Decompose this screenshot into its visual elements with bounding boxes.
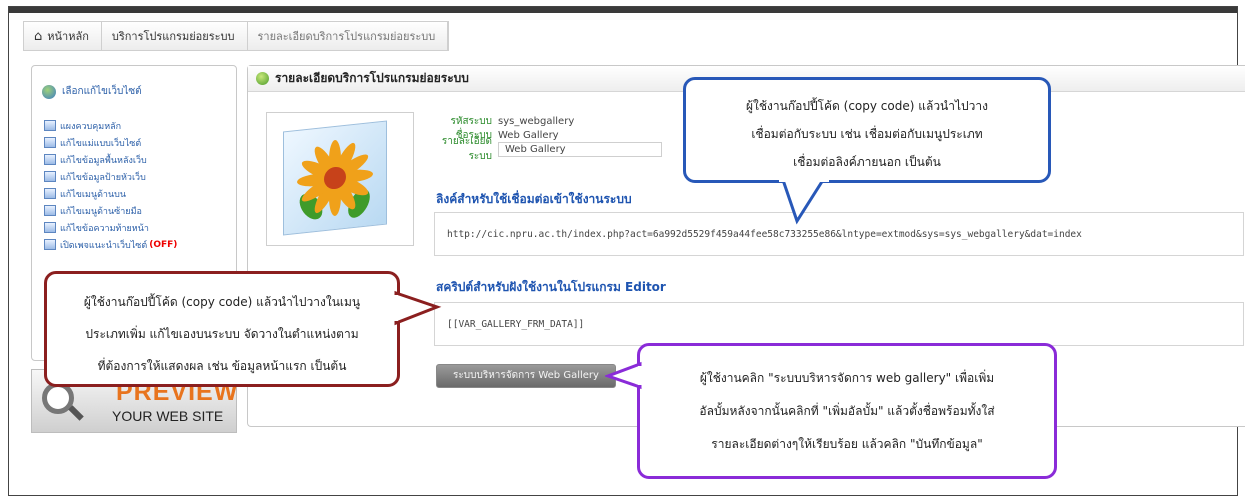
- sidebar-item-label: แผงควบคุมหลัก: [60, 121, 122, 132]
- sidebar-item-label: แก้ไขเมนูด้านซ้ายมือ: [60, 206, 142, 217]
- system-detail-field[interactable]: Web Gallery: [498, 141, 662, 157]
- preview-subtitle: YOUR WEB SITE: [112, 408, 224, 424]
- callout-text-line: เชื่อมต่อลิงค์ภายนอก เป็นต้น: [793, 155, 941, 169]
- system-info: รหัสระบบ sys_webgallery ชื่อระบบ Web Gal…: [428, 114, 662, 162]
- sidebar-item-background[interactable]: แก้ไขข้อมูลพื้นหลังเว็บ: [44, 151, 236, 168]
- sidebar-item-top-menu[interactable]: แก้ไขเมนูด้านบน: [44, 185, 236, 202]
- page-title: รายละเอียดบริการโปรแกรมย่อยระบบ: [275, 71, 469, 85]
- callout-text-line: ผู้ใช้งานก๊อปปี้โค้ด (copy code) แล้วนำไ…: [746, 99, 988, 113]
- breadcrumb: ⌂ หน้าหลัก บริการโปรแกรมย่อยระบบ รายละเอ…: [23, 21, 450, 51]
- system-detail-label: รายละเอียดระบบ: [441, 136, 492, 162]
- footer-icon: [44, 222, 56, 233]
- flower-photo-icon: [283, 120, 387, 236]
- callout-link-instructions: ผู้ใช้งานก๊อปปี้โค้ด (copy code) แล้วนำไ…: [683, 77, 1051, 183]
- script-section-title: สคริปต์สำหรับฝังใช้งานในโปรแกรม Editor: [436, 280, 666, 294]
- system-name-value: Web Gallery: [498, 129, 559, 141]
- breadcrumb-section-label: บริการโปรแกรมย่อยระบบ: [111, 30, 235, 43]
- system-detail-row: รายละเอียดระบบ Web Gallery: [428, 136, 662, 162]
- sidebar-item-template[interactable]: แก้ไขแม่แบบเว็บไซต์: [44, 134, 236, 151]
- callout-text-line: อัลบั้มหลังจากนั้นคลิกที่ "เพิ่มอัลบั้ม"…: [699, 404, 995, 418]
- system-code-label: รหัสระบบ: [450, 115, 492, 127]
- breadcrumb-section[interactable]: บริการโปรแกรมย่อยระบบ: [102, 22, 248, 50]
- sidebar-item-banner[interactable]: แก้ไขข้อมูลป้ายหัวเว็บ: [44, 168, 236, 185]
- callout-text-line: ผู้ใช้งานก๊อปปี้โค้ด (copy code) แล้วนำไ…: [83, 295, 361, 309]
- callout-gallery-instructions: ผู้ใช้งานคลิก "ระบบบริหารจัดการ web gall…: [637, 343, 1057, 479]
- breadcrumb-current: รายละเอียดบริการโปรแกรมย่อยระบบ: [248, 22, 449, 50]
- sidebar-menu: แผงควบคุมหลัก แก้ไขแม่แบบเว็บไซต์ แก้ไขข…: [32, 117, 236, 253]
- sidebar-header[interactable]: เลือกแก้ไขเว็บไซต์: [32, 66, 236, 99]
- off-badge: (OFF): [149, 239, 178, 250]
- sidebar-item-label: เปิดเพจแนะนำเว็บไซต์: [60, 240, 148, 251]
- breadcrumb-home-label: หน้าหลัก: [47, 30, 89, 43]
- sidebar-item-footer[interactable]: แก้ไขข้อความท้ายหน้า: [44, 219, 236, 236]
- sidebar-header-label: เลือกแก้ไขเว็บไซต์: [62, 86, 142, 97]
- sidebar-item-dashboard[interactable]: แผงควบคุมหลัก: [44, 117, 236, 134]
- magnifier-handle: [68, 405, 84, 421]
- sidebar-item-label: แก้ไขแม่แบบเว็บไซต์: [60, 138, 142, 149]
- gallery-thumbnail: [266, 112, 414, 246]
- sidebar-item-label: แก้ไขข้อมูลป้ายหัวเว็บ: [60, 172, 146, 183]
- sidebar-item-label: แก้ไขเมนูด้านบน: [60, 189, 127, 200]
- sidebar-item-left-menu[interactable]: แก้ไขเมนูด้านซ้ายมือ: [44, 202, 236, 219]
- home-icon: ⌂: [34, 28, 43, 44]
- template-icon: [44, 137, 56, 148]
- sidebar-item-label: แก้ไขข้อความท้ายหน้า: [60, 223, 149, 234]
- callout-text-line: ผู้ใช้งานคลิก "ระบบบริหารจัดการ web gall…: [699, 371, 995, 385]
- menu-icon: [44, 205, 56, 216]
- leaf-icon: [256, 72, 269, 85]
- system-code-row: รหัสระบบ sys_webgallery: [428, 114, 662, 128]
- callout-purple-tail: [605, 361, 643, 390]
- background-icon: [44, 154, 56, 165]
- globe-icon: [42, 84, 56, 99]
- web-gallery-manage-button[interactable]: ระบบบริหารจัดการ Web Gallery: [436, 364, 616, 388]
- top-band: [9, 7, 1237, 13]
- callout-text-line: รายละเอียดต่างๆให้เรียบร้อย แล้วคลิก "บั…: [711, 437, 983, 451]
- sidebar-item-label: แก้ไขข้อมูลพื้นหลังเว็บ: [60, 155, 147, 166]
- menu-icon: [44, 188, 56, 199]
- breadcrumb-current-label: รายละเอียดบริการโปรแกรมย่อยระบบ: [257, 30, 436, 43]
- system-code-value: sys_webgallery: [498, 115, 575, 127]
- sidebar-item-intro-page[interactable]: เปิดเพจแนะนำเว็บไซต์ (OFF): [44, 236, 236, 253]
- dashboard-icon: [44, 120, 56, 131]
- page-icon: [44, 239, 56, 250]
- callout-blue-tail: [779, 177, 829, 225]
- banner-icon: [44, 171, 56, 182]
- callout-red-tail: [393, 290, 442, 326]
- callout-text-line: เชื่อมต่อกับระบบ เช่น เชื่อมต่อกับเมนูปร…: [751, 127, 983, 141]
- callout-script-instructions: ผู้ใช้งานก๊อปปี้โค้ด (copy code) แล้วนำไ…: [44, 271, 400, 387]
- script-code-field[interactable]: [[VAR_GALLERY_FRM_DATA]]: [434, 302, 1244, 346]
- screenshot-frame: ⌂ หน้าหลัก บริการโปรแกรมย่อยระบบ รายละเอ…: [8, 6, 1245, 496]
- callout-text-line: ประเภทเพิ่ม แก้ไขเองบนระบบ จัดวางในตำแหน…: [85, 327, 359, 341]
- callout-text-line: ที่ต้องการให้แสดงผล เช่น ข้อมูลหน้าแรก เ…: [97, 359, 347, 373]
- breadcrumb-home[interactable]: ⌂ หน้าหลัก: [24, 22, 102, 50]
- link-section-title: ลิงค์สำหรับใช้เชื่อมต่อเข้าใช้งานระบบ: [436, 192, 632, 206]
